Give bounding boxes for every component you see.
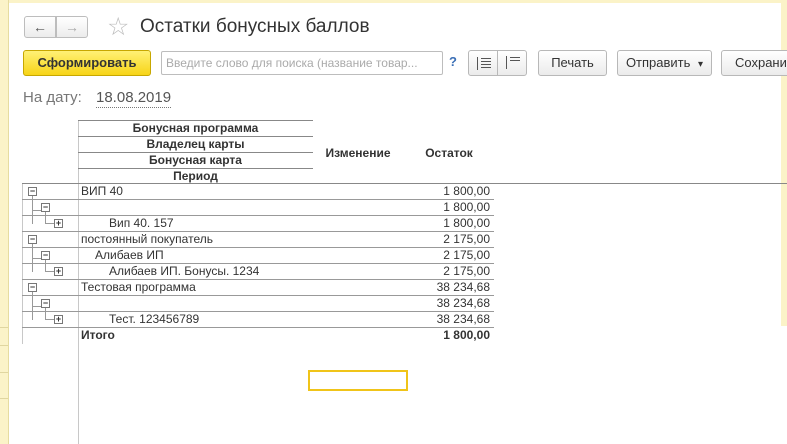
send-button[interactable]: Отправить ▾	[617, 50, 712, 76]
row-balance: 38 234,68	[436, 296, 490, 310]
row-label: Тестовая программа	[81, 280, 196, 294]
collapse-icon[interactable]: −	[41, 203, 50, 212]
collapse-icon[interactable]: −	[28, 283, 37, 292]
selected-cell[interactable]	[308, 370, 408, 391]
collapse-icon[interactable]: −	[28, 187, 37, 196]
row-balance: 38 234,68	[436, 280, 490, 294]
table-row[interactable]: − ВИП 40 1 800,00	[22, 184, 494, 200]
row-label: постоянный покупатель	[81, 232, 213, 246]
row-balance: 2 175,00	[443, 232, 490, 246]
date-label: На дату:	[23, 89, 82, 106]
row-label: Тест. 123456789	[109, 312, 200, 326]
table-row[interactable]: − 1 800,00	[22, 200, 494, 216]
forward-button[interactable]: →	[56, 16, 88, 38]
table-row[interactable]: + Вип 40. 157 1 800,00	[22, 216, 494, 232]
header-card-owner: Владелец карты	[78, 137, 313, 153]
header-change: Изменение	[325, 146, 391, 160]
window-frame-top	[8, 0, 787, 3]
row-label: Алибаев ИП	[95, 248, 164, 262]
row-label: Вип 40. 157	[109, 216, 174, 230]
collapse-icon[interactable]: −	[41, 251, 50, 260]
row-balance: 2 175,00	[443, 264, 490, 278]
date-field[interactable]: 18.08.2019	[96, 89, 172, 108]
sort-descending-button[interactable]	[497, 50, 527, 76]
print-button[interactable]: Печать	[538, 50, 607, 76]
help-icon[interactable]: ?	[449, 54, 457, 69]
total-value: 1 800,00	[443, 328, 490, 342]
row-balance: 1 800,00	[443, 184, 490, 198]
sort-ascending-button[interactable]	[468, 50, 498, 76]
header-bonus-card: Бонусная карта	[78, 153, 313, 169]
row-balance: 38 234,68	[436, 312, 490, 326]
table-row[interactable]: − постоянный покупатель 2 175,00	[22, 232, 494, 248]
save-button[interactable]: Сохранит	[721, 50, 787, 76]
table-row[interactable]: − 38 234,68	[22, 296, 494, 312]
page-title: Остатки бонусных баллов	[140, 16, 370, 37]
row-label: ВИП 40	[81, 184, 123, 198]
row-balance: 1 800,00	[443, 216, 490, 230]
generate-button[interactable]: Сформировать	[23, 50, 151, 76]
total-label: Итого	[81, 328, 115, 342]
table-row[interactable]: + Тест. 123456789 38 234,68	[22, 312, 494, 328]
search-input[interactable]: Введите слово для поиска (название товар…	[161, 51, 443, 75]
collapse-icon[interactable]: −	[41, 299, 50, 308]
expand-icon[interactable]: +	[54, 267, 63, 276]
favorite-star-icon[interactable]: ☆	[107, 13, 129, 41]
left-panel-strip	[0, 0, 9, 444]
table-row[interactable]: + Алибаев ИП. Бонусы. 1234 2 175,00	[22, 264, 494, 280]
row-balance: 1 800,00	[443, 200, 490, 214]
back-button[interactable]: ←	[24, 16, 56, 38]
header-balance: Остаток	[425, 146, 473, 160]
expand-icon[interactable]: +	[54, 219, 63, 228]
arrow-left-icon: ←	[33, 19, 47, 35]
send-label: Отправить	[625, 55, 691, 70]
dropdown-arrow-icon: ▾	[698, 59, 704, 70]
table-row[interactable]: − Тестовая программа 38 234,68	[22, 280, 494, 296]
collapse-icon[interactable]: −	[28, 235, 37, 244]
expand-icon[interactable]: +	[54, 315, 63, 324]
table-row[interactable]: − Алибаев ИП 2 175,00	[22, 248, 494, 264]
window-frame-right	[781, 0, 787, 326]
row-label: Алибаев ИП. Бонусы. 1234	[109, 264, 260, 278]
total-row: Итого 1 800,00	[22, 328, 494, 344]
header-bonus-program: Бонусная программа	[78, 121, 313, 137]
row-balance: 2 175,00	[443, 248, 490, 262]
arrow-right-icon: →	[65, 19, 79, 35]
